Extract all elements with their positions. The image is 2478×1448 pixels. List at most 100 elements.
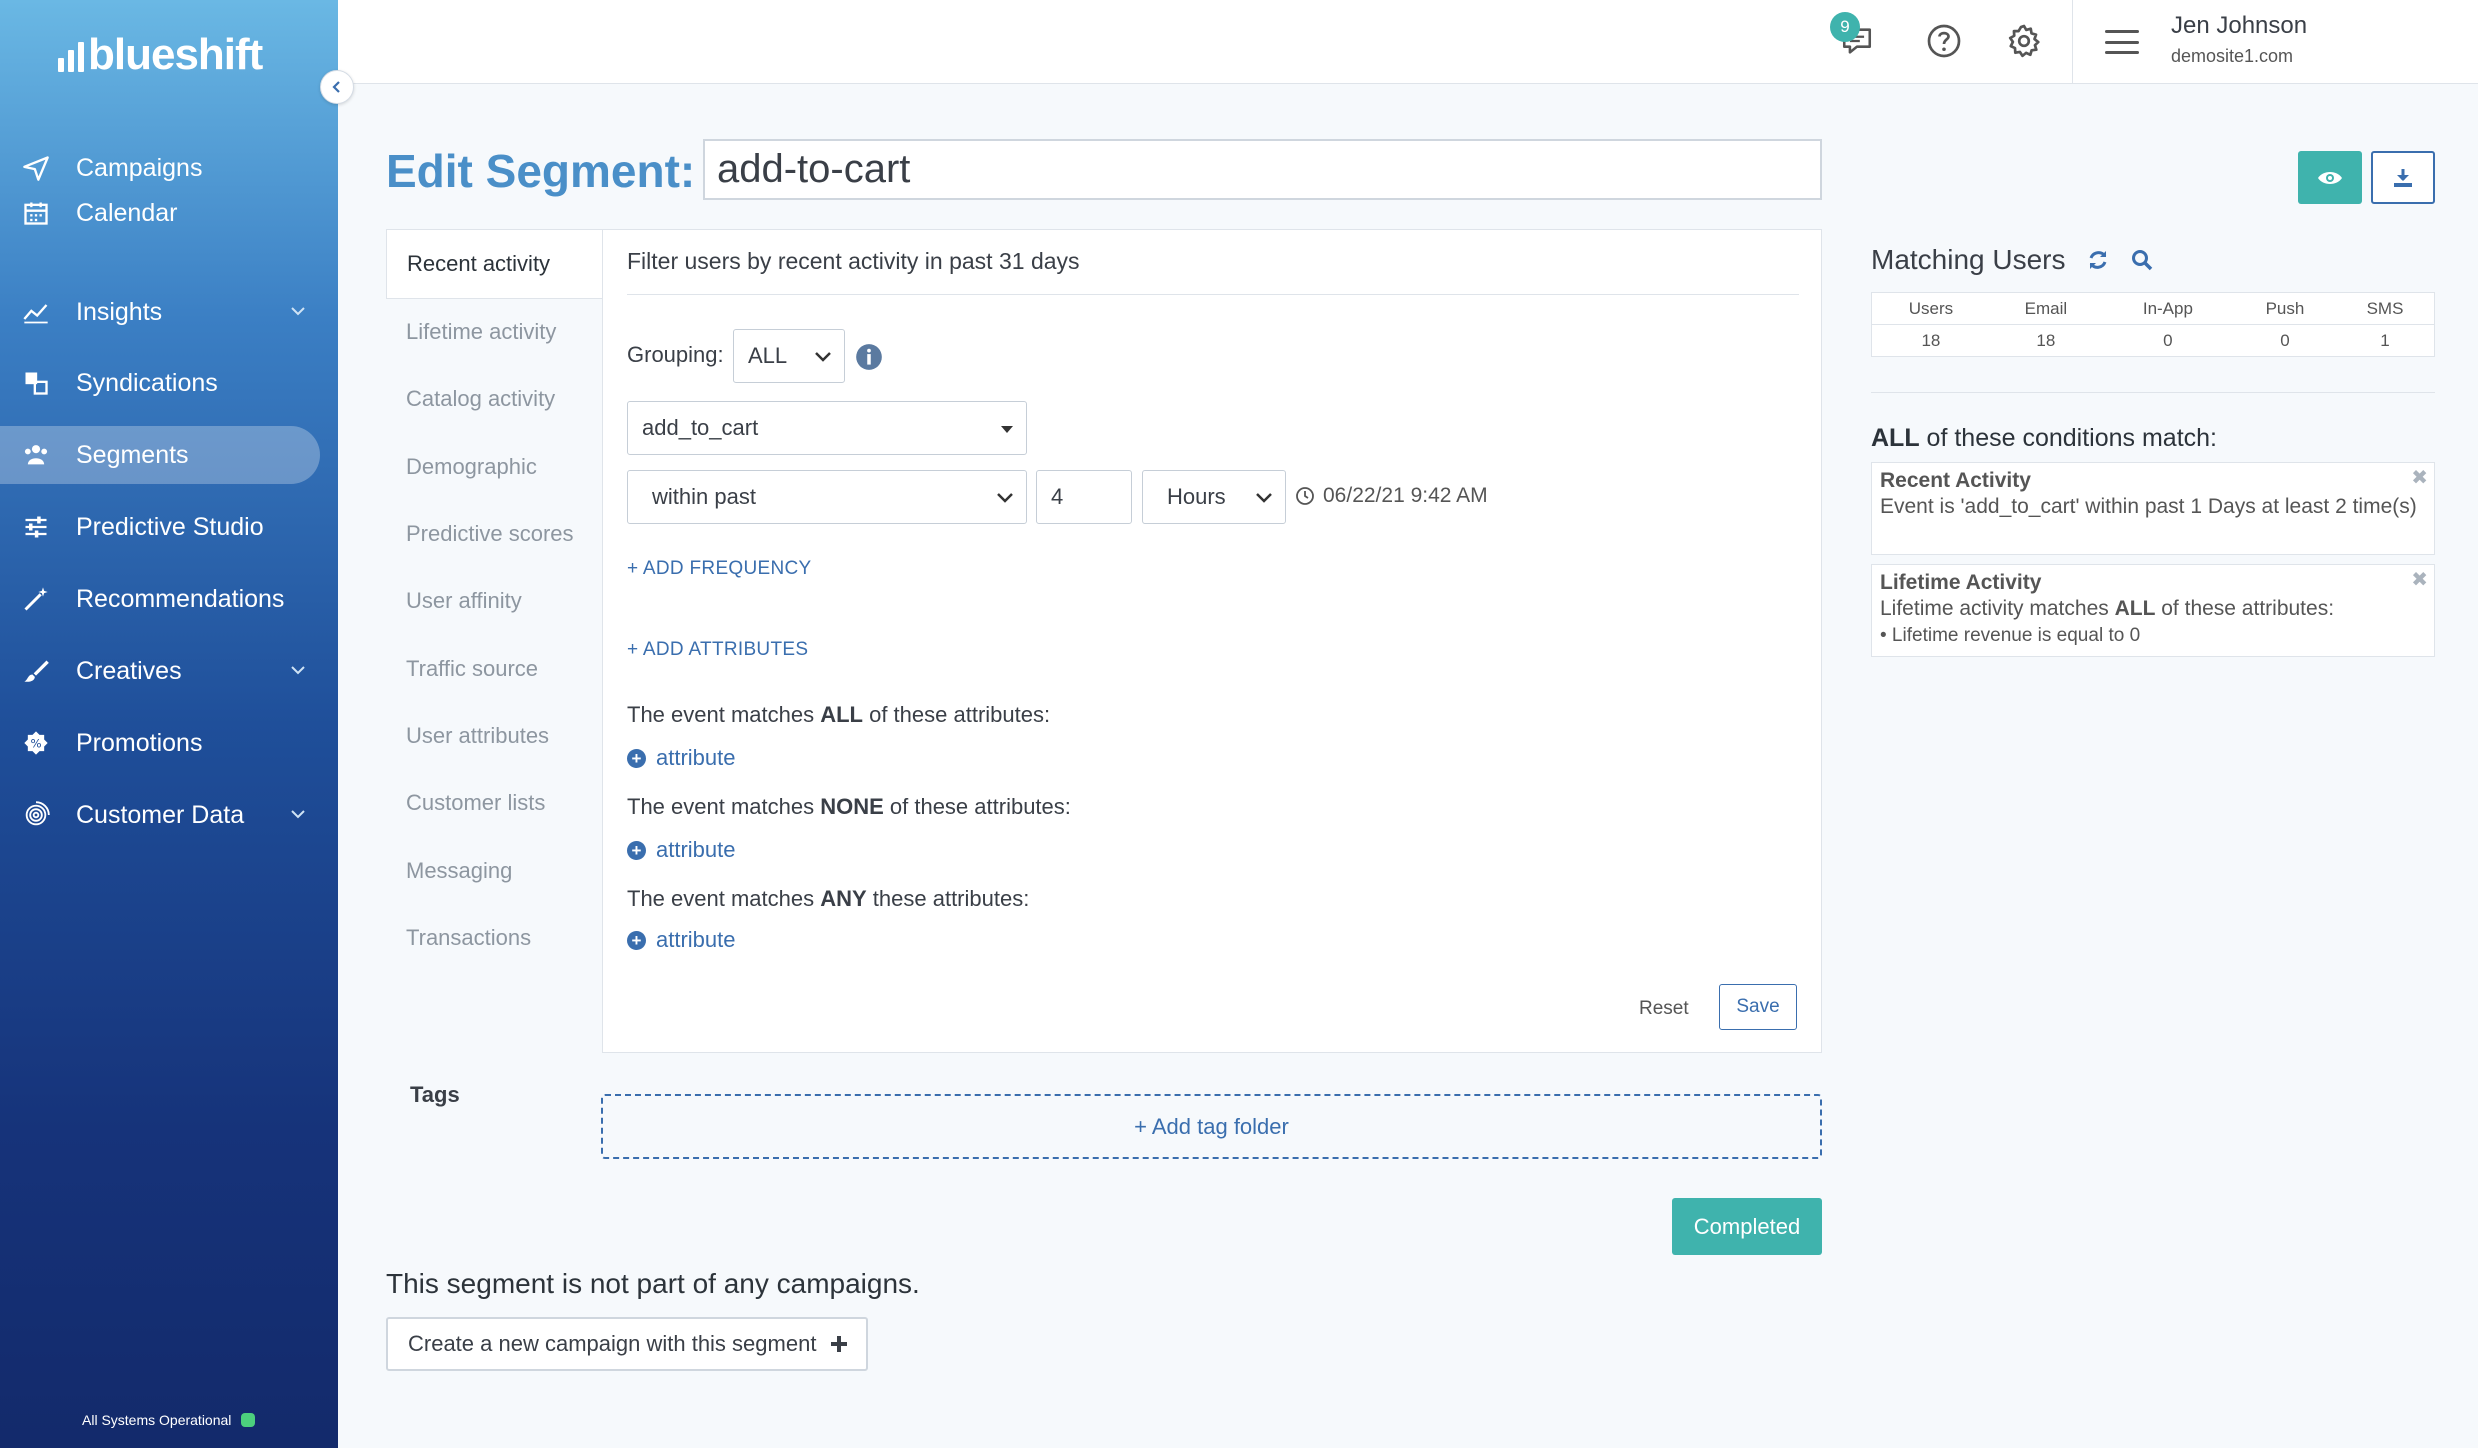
time-unit-select[interactable]: Hours — [1142, 470, 1286, 524]
search-icon[interactable] — [2130, 248, 2154, 272]
matching-users-table: Users Email In-App Push SMS 18 18 0 0 1 — [1871, 292, 2435, 357]
tab-catalog-activity[interactable]: Catalog activity — [386, 365, 604, 433]
close-icon[interactable]: ✖ — [2411, 465, 2428, 490]
time-operator-select[interactable]: within past — [627, 470, 1027, 524]
match-all-label: The event matches ALL of these attribute… — [627, 702, 1051, 727]
segment-name-input[interactable] — [703, 139, 1822, 200]
paper-plane-icon — [20, 152, 52, 184]
info-icon[interactable] — [855, 343, 883, 376]
chevron-down-icon — [288, 802, 308, 831]
sidebar-item-label: Campaigns — [76, 153, 203, 182]
caret-down-icon — [1000, 415, 1014, 441]
event-value: add_to_cart — [642, 415, 759, 440]
condition-card-recent-activity[interactable]: Recent Activity Event is 'add_to_cart' w… — [1871, 462, 2435, 555]
event-select[interactable]: add_to_cart — [627, 401, 1027, 455]
timestamp: 06/22/21 9:42 AM — [1295, 484, 1488, 508]
tab-lifetime-activity[interactable]: Lifetime activity — [386, 298, 604, 366]
sidebar-item-insights[interactable]: Insights — [0, 283, 320, 341]
page-title: Edit Segment: — [386, 145, 696, 197]
table-cell: 0 — [2163, 330, 2173, 350]
chevron-down-icon — [1255, 484, 1273, 510]
gear-icon[interactable] — [2003, 20, 2045, 62]
filter-description: Filter users by recent activity in past … — [627, 248, 1080, 274]
sidebar-item-creatives[interactable]: Creatives — [0, 642, 320, 700]
collapse-sidebar-button[interactable] — [320, 70, 354, 104]
condition-title: Lifetime Activity — [1880, 571, 2042, 594]
user-site: demosite1.com — [2171, 46, 2294, 66]
time-amount-input[interactable] — [1036, 470, 1132, 524]
condition-bullet: • Lifetime revenue is equal to 0 — [1880, 625, 2141, 646]
table-header-row: Users Email In-App Push SMS — [1871, 292, 2435, 325]
chevron-left-icon — [332, 81, 340, 93]
sidebar-item-label: Syndications — [76, 368, 218, 397]
logo-text: blueshift — [88, 30, 263, 79]
grouping-value: ALL — [748, 343, 788, 368]
brush-icon — [20, 655, 52, 687]
plus-icon — [831, 1336, 848, 1352]
svg-text:%: % — [30, 737, 41, 751]
sidebar-item-customer-data[interactable]: Customer Data — [0, 786, 320, 844]
add-none-attribute-link[interactable]: + attribute — [627, 837, 736, 863]
download-icon — [2394, 168, 2412, 187]
sidebar-item-calendar[interactable]: Calendar — [0, 184, 320, 242]
chevron-down-icon — [814, 343, 832, 369]
close-icon[interactable]: ✖ — [2411, 567, 2428, 592]
table-cell: 0 — [2280, 330, 2290, 350]
help-icon[interactable] — [1923, 20, 1965, 62]
sidebar-item-label: Segments — [76, 440, 189, 469]
sidebar-item-promotions[interactable]: % Promotions — [0, 714, 320, 772]
preview-button[interactable] — [2298, 151, 2362, 204]
time-unit-value: Hours — [1167, 484, 1226, 509]
create-campaign-button[interactable]: Create a new campaign with this segment — [386, 1317, 868, 1371]
save-button[interactable]: Save — [1719, 984, 1797, 1030]
magic-wand-icon — [20, 583, 52, 615]
table-cell: 18 — [1921, 330, 1941, 350]
timestamp-text: 06/22/21 9:42 AM — [1323, 484, 1488, 507]
divider — [627, 294, 1799, 295]
campaign-note: This segment is not part of any campaign… — [386, 1268, 920, 1299]
add-all-attribute-link[interactable]: + attribute — [627, 745, 736, 771]
add-frequency-link[interactable]: + ADD FREQUENCY — [627, 558, 812, 580]
add-attributes-link[interactable]: + ADD ATTRIBUTES — [627, 639, 808, 661]
status-indicator-icon — [241, 1413, 256, 1427]
sidebar-item-predictive-studio[interactable]: Predictive Studio — [0, 498, 320, 556]
refresh-icon[interactable] — [2086, 248, 2110, 272]
sidebar-item-recommendations[interactable]: Recommendations — [0, 570, 320, 628]
tab-traffic-source[interactable]: Traffic source — [386, 635, 604, 703]
sidebar-item-label: Creatives — [76, 656, 182, 685]
add-any-attribute-link[interactable]: + attribute — [627, 927, 736, 953]
notification-badge: 9 — [1830, 12, 1860, 42]
conditions-title: ALL of these conditions match: — [1871, 424, 2217, 452]
add-tag-folder-button[interactable]: + Add tag folder — [601, 1094, 1822, 1159]
column-header: Users — [1871, 292, 1990, 325]
eye-icon — [2318, 171, 2342, 184]
download-button[interactable] — [2371, 151, 2435, 204]
tab-customer-lists[interactable]: Customer lists — [386, 769, 604, 837]
sidebar-item-segments[interactable]: Segments — [0, 426, 320, 484]
tab-recent-activity[interactable]: Recent activity — [386, 229, 604, 299]
clock-icon — [1296, 487, 1314, 505]
table-cell: 1 — [2380, 330, 2390, 350]
condition-card-lifetime-activity[interactable]: Lifetime Activity Lifetime activity matc… — [1871, 564, 2435, 657]
column-header: In-App — [2101, 292, 2234, 325]
column-header: Email — [1989, 292, 2102, 325]
sidebar-item-label: Predictive Studio — [76, 512, 264, 541]
time-operator-value: within past — [652, 484, 756, 509]
tab-demographic[interactable]: Demographic — [386, 433, 604, 501]
tab-transactions[interactable]: Transactions — [386, 904, 604, 972]
hamburger-menu-icon[interactable] — [2105, 26, 2139, 58]
tab-user-attributes[interactable]: User attributes — [386, 702, 604, 770]
grouping-select[interactable]: ALL — [733, 329, 845, 383]
tab-user-affinity[interactable]: User affinity — [386, 567, 604, 635]
reset-button[interactable]: Reset — [1639, 998, 1689, 1020]
completed-button[interactable]: Completed — [1672, 1198, 1822, 1255]
sidebar-item-label: Customer Data — [76, 800, 245, 829]
condition-title: Recent Activity — [1880, 469, 2031, 492]
blueshift-logo[interactable]: blueshift — [58, 30, 263, 80]
tab-messaging[interactable]: Messaging — [386, 837, 604, 905]
plus-circle-icon: + — [627, 840, 646, 860]
user-menu[interactable]: Jen Johnson demosite1.com — [2072, 0, 2478, 84]
tab-predictive-scores[interactable]: Predictive scores — [386, 500, 604, 568]
system-status[interactable]: All Systems Operational — [82, 1412, 256, 1428]
sidebar-item-syndications[interactable]: Syndications — [0, 354, 320, 412]
